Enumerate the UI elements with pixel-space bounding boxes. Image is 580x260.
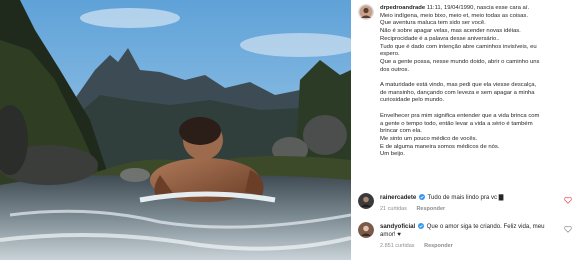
caption-line: espero. [380, 51, 400, 58]
caption-paragraph-gap [380, 74, 576, 82]
comment-username[interactable]: rainercadete [380, 194, 416, 201]
avatar[interactable] [358, 4, 374, 20]
comment-meta: 2.851 curtidas Responder [380, 243, 461, 249]
caption-line: Reciprocidade é a palavra desse aniversá… [380, 35, 500, 42]
caption-line: dos outros. [380, 66, 410, 73]
like-heart-icon[interactable] [564, 196, 572, 204]
post-caption: drpedroandrade 11:11, 19/04/1990, nascia… [380, 5, 576, 159]
comments-panel: drpedroandrade 11:11, 19/04/1990, nascia… [351, 0, 580, 260]
comment-text: rainercadete Tudo de mais lindo pra vc ▇ [380, 194, 556, 202]
caption-paragraph-gap [380, 105, 576, 113]
like-heart-icon[interactable] [564, 225, 572, 233]
avatar[interactable] [358, 193, 374, 209]
comment-body: Tudo de mais lindo pra vc ▇ [427, 194, 504, 201]
caption-line: E de alguma maneira somos médicos de nós… [380, 143, 500, 150]
reply-button[interactable]: Responder [424, 243, 453, 249]
caption-line: a gente o tempo todo, então levar a vida… [380, 120, 533, 127]
caption-text: 11:11, 19/04/1990, nascia esse cara aí. [426, 5, 530, 11]
post-photo[interactable] [0, 0, 351, 260]
comment: rainercadete Tudo de mais lindo pra vc ▇… [358, 193, 574, 223]
caption-line: Me sinto um pouco médico de vocês. [380, 135, 478, 142]
comment-username[interactable]: sandyoficial [380, 223, 415, 230]
photo-illustration [0, 0, 351, 260]
caption-line: Não é sobre apagar velas, mas acender no… [380, 28, 521, 35]
caption-line: brincar com ela. [380, 128, 422, 135]
comment-meta: 21 curtidas Responder [380, 206, 453, 212]
reply-button[interactable]: Responder [416, 206, 445, 212]
avatar[interactable] [358, 222, 374, 238]
comment: sandyoficial Que o amor siga te criando.… [358, 222, 574, 252]
caption-line: Tudo que é dado com intenção abre caminh… [380, 43, 537, 50]
likes-count[interactable]: 2.851 curtidas [380, 243, 415, 249]
verified-icon [418, 194, 425, 200]
caption-line: Que aventura maluca tem sido ser você. [380, 20, 486, 27]
post-username[interactable]: drpedroandrade [380, 5, 425, 11]
caption-line: Que a gente possa, nesse mundo doido, ab… [380, 58, 540, 65]
caption-line: drpedroandrade 11:11, 19/04/1990, nascia… [380, 5, 576, 13]
comment-text: sandyoficial Que o amor siga te criando.… [380, 223, 556, 239]
caption-line: Meio indígena, meio bixo, meio et, meio … [380, 12, 528, 19]
caption-line: A maturidade está vindo, mas pedi que el… [380, 82, 537, 89]
likes-count[interactable]: 21 curtidas [380, 206, 407, 212]
caption-line: Um beijo. [380, 151, 405, 158]
verified-icon [417, 223, 424, 229]
caption-line: curiosidade pelo mundo. [380, 97, 445, 104]
caption-line: Envelhecer pra mim significa entender qu… [380, 112, 540, 119]
caption-line: de mansinho, dançando com leveza e sem a… [380, 89, 535, 96]
